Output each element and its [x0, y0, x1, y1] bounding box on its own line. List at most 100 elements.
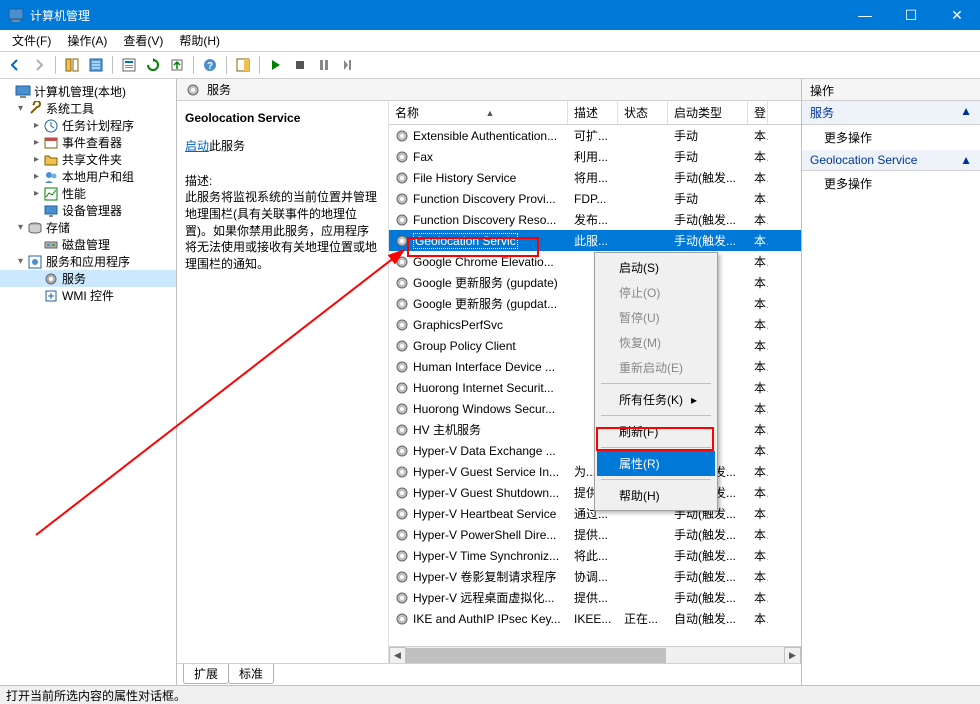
- tree-label: 性能: [62, 185, 86, 202]
- ctx-properties[interactable]: 属性(R): [597, 451, 715, 476]
- start-service-link[interactable]: 启动: [185, 139, 209, 153]
- expand-icon[interactable]: ▸: [30, 188, 43, 199]
- ctx-refresh[interactable]: 刷新(F): [597, 419, 715, 444]
- folder-icon: [43, 152, 59, 168]
- ctx-start[interactable]: 启动(S): [597, 255, 715, 280]
- menu-action[interactable]: 操作(A): [59, 30, 115, 51]
- submenu-arrow-icon: ▸: [691, 393, 697, 407]
- minimize-button[interactable]: —: [842, 0, 888, 30]
- col-desc[interactable]: 描述: [568, 101, 618, 124]
- selected-service-name: Geolocation Service: [185, 111, 380, 125]
- tree-disk-management[interactable]: 磁盘管理: [0, 236, 176, 253]
- service-row[interactable]: Extensible Authentication...可扩...手动本: [389, 125, 801, 146]
- tree-system-tools[interactable]: ▾ 系统工具: [0, 100, 176, 117]
- expand-icon[interactable]: ▸: [30, 137, 43, 148]
- tree-services[interactable]: 服务: [0, 270, 176, 287]
- tree-performance[interactable]: ▸ 性能: [0, 185, 176, 202]
- navigation-tree[interactable]: 计算机管理(本地) ▾ 系统工具 ▸任务计划程序 ▸事件查看器 ▸共享文件夹 ▸…: [0, 79, 177, 685]
- tree-label: 服务和应用程序: [46, 253, 130, 270]
- performance-icon: [43, 186, 59, 202]
- service-row[interactable]: Hyper-V 卷影复制请求程序协调...手动(触发...本: [389, 566, 801, 587]
- scroll-left-button[interactable]: ◀: [389, 647, 406, 663]
- tree-root[interactable]: 计算机管理(本地): [0, 83, 176, 100]
- show-hide-tree-button[interactable]: [61, 54, 83, 76]
- ctx-help[interactable]: 帮助(H): [597, 483, 715, 508]
- service-row[interactable]: Function Discovery Reso...发布...手动(触发...本: [389, 209, 801, 230]
- help-button[interactable]: ?: [199, 54, 221, 76]
- menu-file[interactable]: 文件(F): [4, 30, 59, 51]
- collapse-icon[interactable]: ▾: [14, 103, 27, 114]
- toolbar-separator: [226, 56, 227, 74]
- show-hide-action-pane-button[interactable]: [232, 54, 254, 76]
- ctx-stop: 停止(O): [597, 280, 715, 305]
- col-startup[interactable]: 启动类型: [668, 101, 748, 124]
- tree-event-viewer[interactable]: ▸事件查看器: [0, 134, 176, 151]
- expand-icon[interactable]: ▸: [30, 120, 43, 131]
- menu-view[interactable]: 查看(V): [115, 30, 171, 51]
- gear-icon: [395, 170, 411, 186]
- gear-icon: [395, 569, 411, 585]
- window-controls: — ☐ ✕: [842, 0, 980, 30]
- back-button[interactable]: [4, 54, 26, 76]
- tree-label: 服务: [62, 270, 86, 287]
- action-more-1[interactable]: 更多操作: [802, 125, 980, 150]
- gear-icon: [395, 275, 411, 291]
- maximize-button[interactable]: ☐: [888, 0, 934, 30]
- tab-standard[interactable]: 标准: [228, 664, 274, 684]
- tree-local-users[interactable]: ▸本地用户和组: [0, 168, 176, 185]
- export-list-button[interactable]: [85, 54, 107, 76]
- service-row[interactable]: Hyper-V Time Synchroniz...将此...手动(触发...本: [389, 545, 801, 566]
- service-row[interactable]: Geolocation Servic此服...手动(触发...本: [389, 230, 801, 251]
- tree-shared-folders[interactable]: ▸共享文件夹: [0, 151, 176, 168]
- section-label: Geolocation Service: [810, 153, 917, 167]
- toolbar-separator: [55, 56, 56, 74]
- service-row[interactable]: IKE and AuthIP IPsec Key...IKEE...正在...自…: [389, 608, 801, 629]
- restart-button[interactable]: [337, 54, 359, 76]
- title-bar: 计算机管理 — ☐ ✕: [0, 0, 980, 30]
- tab-extended[interactable]: 扩展: [183, 664, 229, 684]
- expand-icon[interactable]: ▸: [30, 171, 43, 182]
- expand-icon[interactable]: ▸: [30, 154, 43, 165]
- ctx-separator: [601, 383, 711, 384]
- col-logon[interactable]: 登: [748, 101, 768, 124]
- pause-button[interactable]: [313, 54, 335, 76]
- tree-services-apps[interactable]: ▾ 服务和应用程序: [0, 253, 176, 270]
- tree-label: 系统工具: [46, 100, 94, 117]
- stop-button[interactable]: [289, 54, 311, 76]
- forward-button[interactable]: [28, 54, 50, 76]
- collapse-icon[interactable]: ▾: [14, 222, 27, 233]
- collapse-icon[interactable]: ▾: [14, 256, 27, 267]
- scroll-track[interactable]: [406, 647, 784, 663]
- gear-icon: [395, 380, 411, 396]
- col-state[interactable]: 状态: [618, 101, 668, 124]
- toolbar-separator: [193, 56, 194, 74]
- menu-bar: 文件(F) 操作(A) 查看(V) 帮助(H): [0, 30, 980, 52]
- wmi-icon: [43, 288, 59, 304]
- action-more-2[interactable]: 更多操作: [802, 171, 980, 196]
- scroll-right-button[interactable]: ▶: [784, 647, 801, 663]
- service-row[interactable]: File History Service将用...手动(触发...本: [389, 167, 801, 188]
- service-row[interactable]: Hyper-V PowerShell Dire...提供...手动(触发...本: [389, 524, 801, 545]
- export-button[interactable]: [166, 54, 188, 76]
- actions-section-selected[interactable]: Geolocation Service ▲: [802, 150, 980, 171]
- col-name[interactable]: 名称▲: [389, 101, 568, 124]
- refresh-button[interactable]: [142, 54, 164, 76]
- menu-help[interactable]: 帮助(H): [171, 30, 228, 51]
- close-button[interactable]: ✕: [934, 0, 980, 30]
- tree-task-scheduler[interactable]: ▸任务计划程序: [0, 117, 176, 134]
- scroll-thumb[interactable]: [406, 648, 666, 663]
- tree-device-manager[interactable]: 设备管理器: [0, 202, 176, 219]
- tree-storage[interactable]: ▾存储: [0, 219, 176, 236]
- gear-icon: [395, 212, 411, 228]
- horizontal-scrollbar[interactable]: ◀ ▶: [389, 646, 801, 663]
- service-row[interactable]: Hyper-V 远程桌面虚拟化...提供...手动(触发...本: [389, 587, 801, 608]
- tree-wmi[interactable]: WMI 控件: [0, 287, 176, 304]
- gear-icon: [395, 149, 411, 165]
- users-icon: [43, 169, 59, 185]
- ctx-all-tasks[interactable]: 所有任务(K)▸: [597, 387, 715, 412]
- service-row[interactable]: Function Discovery Provi...FDP...手动本: [389, 188, 801, 209]
- service-row[interactable]: Fax利用...手动本: [389, 146, 801, 167]
- play-button[interactable]: [265, 54, 287, 76]
- properties-button[interactable]: [118, 54, 140, 76]
- actions-section-services[interactable]: 服务 ▲: [802, 101, 980, 125]
